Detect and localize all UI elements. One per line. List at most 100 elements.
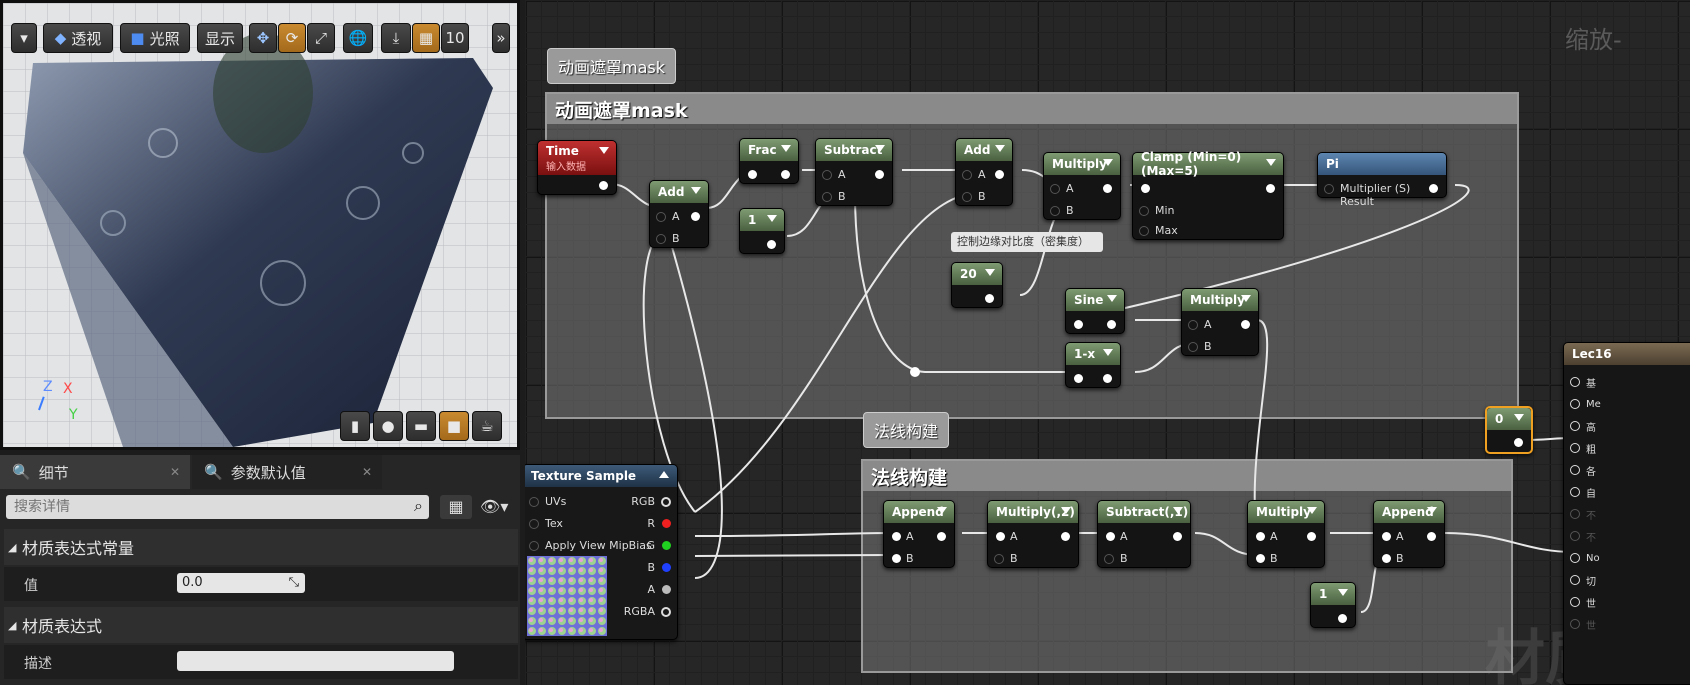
- node-frac[interactable]: Frac: [739, 138, 799, 184]
- input-pin-b[interactable]: [994, 554, 1004, 564]
- node-material-result[interactable]: Lec16 基 Me 高粗各自不不 No 切世世: [1563, 342, 1690, 685]
- input-pin-b[interactable]: [1188, 342, 1198, 352]
- input-pin-mipbias[interactable]: [529, 541, 539, 551]
- input-pin-b[interactable]: [1050, 206, 1060, 216]
- node-multiply-by-2[interactable]: Multiply(,2) A B: [987, 500, 1079, 568]
- collapse-icon[interactable]: [1427, 507, 1437, 514]
- reroute-node[interactable]: [910, 367, 920, 377]
- input-pin-tex[interactable]: [529, 519, 539, 529]
- section-material-expression[interactable]: ◢ 材质表达式: [4, 607, 518, 643]
- rotate-tool-button[interactable]: ⟳: [278, 23, 306, 53]
- collapse-icon[interactable]: [937, 507, 947, 514]
- collapse-icon[interactable]: [691, 187, 701, 194]
- input-pin-b[interactable]: [1104, 554, 1114, 564]
- node-multiply[interactable]: Multiply A B: [1247, 500, 1325, 568]
- output-pin[interactable]: [767, 240, 776, 249]
- input-pin[interactable]: [1324, 184, 1334, 194]
- output-pin[interactable]: [937, 532, 946, 541]
- output-pin[interactable]: [691, 212, 700, 221]
- output-pin[interactable]: [1061, 532, 1070, 541]
- collapse-icon[interactable]: [1514, 414, 1524, 421]
- input-pin-b[interactable]: [962, 192, 972, 202]
- scale-tool-button[interactable]: ⤢: [307, 23, 335, 53]
- node-pi[interactable]: Pi Multiplier (S) Result: [1317, 152, 1447, 208]
- node-append[interactable]: Append A B: [883, 500, 955, 568]
- output-pin[interactable]: [1241, 320, 1250, 329]
- output-pin[interactable]: [1103, 184, 1112, 193]
- result-pin-row[interactable]: 基: [1570, 373, 1596, 391]
- input-pin-a[interactable]: [1106, 532, 1115, 541]
- node-subtract-1[interactable]: Subtract(,1) A B: [1097, 500, 1191, 568]
- output-pin[interactable]: [1429, 184, 1438, 193]
- result-pin-row[interactable]: 世: [1570, 615, 1596, 633]
- close-icon[interactable]: ✕: [170, 465, 180, 479]
- node-multiply[interactable]: Multiply A B: [1181, 288, 1259, 356]
- translate-tool-button[interactable]: ✥: [249, 23, 277, 53]
- input-pin-b[interactable]: [656, 234, 666, 244]
- collapse-icon[interactable]: [659, 471, 669, 478]
- input-pin-a[interactable]: [1188, 320, 1198, 330]
- node-sine[interactable]: Sine: [1065, 288, 1125, 334]
- input-pin-a[interactable]: [656, 212, 666, 222]
- preview-cylinder-button[interactable]: ▮: [340, 411, 370, 441]
- output-pin[interactable]: [1266, 184, 1275, 193]
- output-pin[interactable]: [599, 181, 608, 190]
- visibility-filter-button[interactable]: 👁▾: [480, 495, 516, 519]
- collapse-icon[interactable]: [1241, 295, 1251, 302]
- output-pin[interactable]: [781, 170, 790, 179]
- input-pin[interactable]: [1570, 619, 1580, 629]
- node-add[interactable]: Add A B: [649, 180, 709, 248]
- output-pin-r[interactable]: [662, 519, 671, 528]
- input-pin-a[interactable]: [1382, 532, 1391, 541]
- tab-parameter-defaults[interactable]: 🔍 参数默认值 ✕: [192, 455, 382, 489]
- result-pin-row[interactable]: 自: [1570, 483, 1596, 501]
- value-field[interactable]: 0.0 ⤡: [177, 573, 305, 593]
- node-subtract[interactable]: Subtract A B: [815, 138, 893, 206]
- lit-button[interactable]: ■ 光照: [120, 23, 190, 53]
- collapse-icon[interactable]: [1173, 507, 1183, 514]
- output-pin[interactable]: [1427, 532, 1436, 541]
- input-pin[interactable]: [1570, 465, 1580, 475]
- collapse-icon[interactable]: [1107, 295, 1117, 302]
- input-pin-a[interactable]: [1256, 532, 1265, 541]
- output-pin-g[interactable]: [662, 541, 671, 550]
- input-pin-max[interactable]: [1139, 226, 1149, 236]
- collapse-icon[interactable]: [1061, 507, 1071, 514]
- output-pin-rgb[interactable]: [661, 497, 671, 507]
- result-pin-row[interactable]: No: [1570, 549, 1600, 567]
- grid-size-dropdown[interactable]: 10: [441, 23, 469, 53]
- input-pin[interactable]: [1570, 575, 1580, 585]
- result-pin-row[interactable]: 世: [1570, 593, 1596, 611]
- input-pin[interactable]: [1570, 553, 1580, 563]
- input-pin-b[interactable]: [1382, 554, 1391, 563]
- collapse-icon[interactable]: [1307, 507, 1317, 514]
- node-append[interactable]: Append A B: [1373, 500, 1445, 568]
- result-pin-row[interactable]: 各: [1570, 461, 1596, 479]
- input-pin[interactable]: [1570, 421, 1580, 431]
- result-pin-row[interactable]: 高: [1570, 417, 1596, 435]
- input-pin-a[interactable]: [892, 532, 901, 541]
- node-add[interactable]: Add A B: [955, 138, 1013, 206]
- input-pin[interactable]: [1141, 184, 1150, 193]
- result-pin-row[interactable]: 不: [1570, 505, 1596, 523]
- node-constant[interactable]: 1: [739, 208, 785, 254]
- input-pin[interactable]: [1570, 399, 1580, 409]
- output-pin[interactable]: [985, 294, 994, 303]
- preview-teapot-button[interactable]: ☕: [472, 411, 502, 441]
- show-button[interactable]: 显示: [197, 23, 243, 53]
- viewport-options-button[interactable]: ▾: [11, 23, 37, 53]
- result-pin-row[interactable]: 粗: [1570, 439, 1596, 457]
- result-pin-row[interactable]: 不: [1570, 527, 1596, 545]
- output-pin-b[interactable]: [662, 563, 671, 572]
- output-pin[interactable]: [1103, 374, 1112, 383]
- input-pin-a[interactable]: [1050, 184, 1060, 194]
- collapse-icon[interactable]: [1338, 589, 1348, 596]
- input-pin[interactable]: [1074, 320, 1083, 329]
- input-pin-a[interactable]: [822, 170, 832, 180]
- input-pin-b[interactable]: [1256, 554, 1265, 563]
- collapse-icon[interactable]: [599, 147, 609, 154]
- section-material-expression-constant[interactable]: ◢ 材质表达式常量: [4, 529, 518, 565]
- node-constant[interactable]: 20: [951, 262, 1003, 308]
- input-pin[interactable]: [1570, 443, 1580, 453]
- input-pin[interactable]: [748, 170, 757, 179]
